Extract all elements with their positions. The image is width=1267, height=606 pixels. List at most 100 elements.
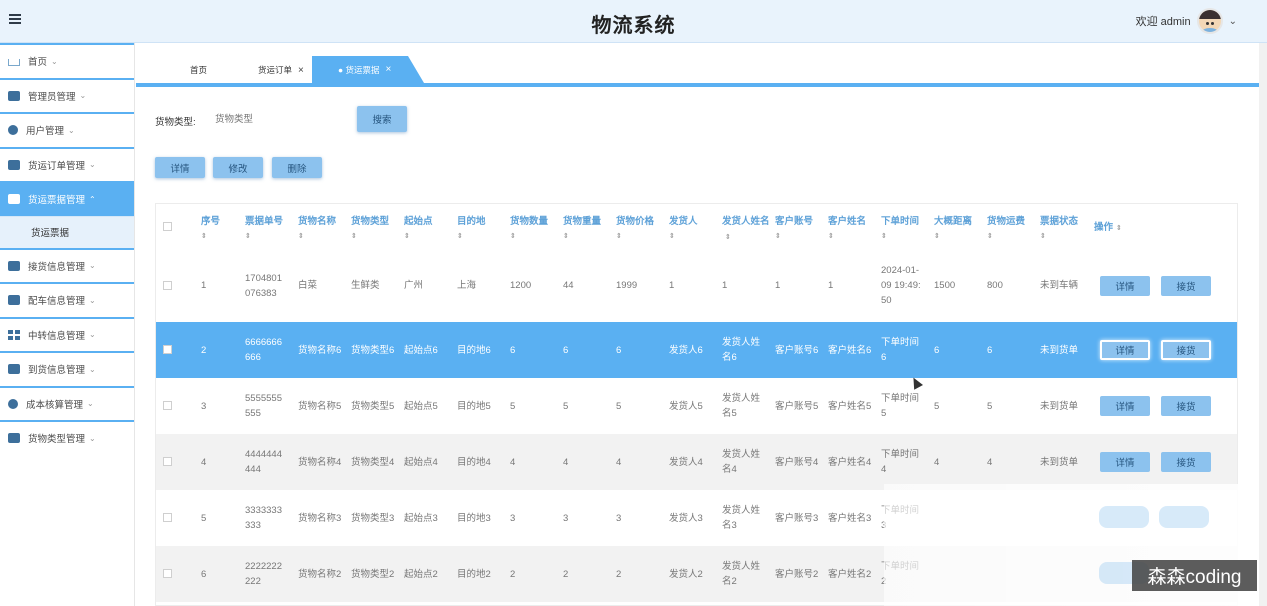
th-weight[interactable]: 货物重量 ⇕ (563, 214, 601, 241)
th-price[interactable]: 货物价格 ⇕ (616, 214, 654, 241)
sidebar-item-admin[interactable]: 管理员管理 ⌄ (0, 77, 134, 113)
th-from[interactable]: 起始点 ⇕ (404, 214, 433, 241)
cell-cust-acct: 客户账号2 (775, 568, 819, 580)
edit-button[interactable]: 修改 (213, 157, 263, 178)
tab-receipt[interactable]: ● 货运票据 × (312, 56, 424, 83)
th-type[interactable]: 货物类型 ⇕ (351, 214, 389, 241)
tab-home[interactable]: 首页 (190, 57, 207, 83)
search-button[interactable]: 搜索 (357, 106, 407, 132)
close-icon[interactable]: × (386, 64, 392, 75)
header-label: 下单时间 (881, 216, 920, 227)
th-dist[interactable]: 大概距离 ⇕ (934, 214, 972, 241)
sidebar-item-arrival[interactable]: 到货信息管理 ⌄ (0, 351, 134, 386)
row-detail-button[interactable]: 详情 (1100, 452, 1150, 472)
cell-to: 目的地3 (457, 512, 491, 524)
home-icon (8, 59, 20, 67)
sidebar-item-vehicle[interactable]: 配车信息管理 ⌄ (0, 282, 134, 317)
cell-price: 5 (616, 400, 622, 412)
th-shipper[interactable]: 发货人 ⇕ (669, 214, 698, 241)
sort-icon[interactable]: ⇕ (563, 232, 601, 241)
page-scrollbar[interactable] (1259, 43, 1267, 606)
delete-button[interactable]: 删除 (272, 157, 322, 178)
sidebar-item-transfer[interactable]: 中转信息管理 ⌄ (0, 316, 134, 352)
sort-icon[interactable]: ⇕ (775, 232, 813, 241)
th-shipper-name[interactable]: 发货人姓名 ⇕ (722, 214, 770, 245)
sort-icon[interactable]: ⇕ (245, 232, 283, 241)
cell-qty: 5 (510, 400, 516, 412)
sort-icon[interactable]: ⇕ (1040, 232, 1078, 241)
cell-cust-name: 1 (828, 280, 834, 291)
row-checkbox[interactable] (163, 457, 172, 466)
chevron-down-icon[interactable]: ⌄ (1229, 16, 1237, 27)
th-no[interactable]: 序号 ⇕ (201, 214, 220, 241)
sort-icon[interactable]: ⇕ (881, 232, 919, 241)
cell-name: 货物名称4 (298, 456, 342, 468)
row-receive-button[interactable]: 接货 (1161, 275, 1211, 296)
th-status[interactable]: 票据状态 ⇕ (1040, 214, 1078, 241)
row-receive-button[interactable]: 接货 (1161, 452, 1211, 472)
user-menu[interactable]: 欢迎 admin ⌄ (1136, 6, 1237, 36)
sidebar-item-receipt[interactable]: 货运票据管理 ⌃ (0, 181, 134, 216)
cell-dist: 4 (934, 456, 940, 468)
avatar[interactable] (1196, 8, 1223, 34)
chevron-down-icon: ⌄ (89, 261, 96, 271)
row-receive-button[interactable]: 接货 (1161, 396, 1211, 416)
cell-shipper-name: 1 (722, 280, 728, 291)
row-checkbox[interactable] (163, 569, 172, 578)
table-row[interactable]: 4 4444444444 货物名称4 货物类型4 起始点4 目的地4 4 4 4 发货人4 发货人姓… (156, 434, 1237, 490)
sort-icon[interactable]: ⇕ (457, 232, 486, 241)
sidebar-item-cargo-type[interactable]: 货物类型管理 ⌄ (0, 420, 134, 455)
row-detail-button[interactable]: 详情 (1100, 340, 1150, 360)
row-detail-button[interactable]: 详情 (1100, 396, 1150, 416)
sidebar-item-user[interactable]: 用户管理 ⌄ (0, 112, 134, 147)
sidebar-item-order[interactable]: 货运订单管理 ⌄ (0, 146, 134, 182)
cell-to: 目的地5 (457, 400, 491, 412)
sort-icon[interactable]: ⇕ (987, 232, 1025, 241)
table-row[interactable]: 2 6666666666 货物名称6 货物类型6 起始点6 目的地6 6 6 6 发货人6 发货人姓… (156, 322, 1237, 378)
sort-icon[interactable]: ⇕ (351, 232, 389, 241)
th-fee[interactable]: 货物运费 ⇕ (987, 214, 1025, 241)
cell-qty: 3 (510, 512, 516, 524)
th-cust-name[interactable]: 客户姓名 ⇕ (828, 214, 866, 241)
row-checkbox[interactable] (163, 280, 172, 290)
row-detail-button[interactable]: 详情 (1100, 275, 1150, 296)
select-all-checkbox[interactable] (163, 222, 172, 231)
sort-icon[interactable]: ⇕ (616, 232, 654, 241)
sort-icon[interactable]: ⇕ (669, 232, 698, 241)
th-qty[interactable]: 货物数量 ⇕ (510, 214, 548, 241)
th-cust-acct[interactable]: 客户账号 ⇕ (775, 214, 813, 241)
arrival-icon (8, 364, 20, 375)
th-name[interactable]: 货物名称 ⇕ (298, 214, 336, 241)
row-checkbox[interactable] (163, 513, 172, 522)
table-row[interactable]: 3 5555555555 货物名称5 货物类型5 起始点5 目的地5 5 5 5 发货人5 发货人姓… (156, 378, 1237, 434)
sort-icon[interactable]: ⇕ (934, 232, 972, 241)
detail-button[interactable]: 详情 (155, 157, 205, 178)
sidebar-item-cost[interactable]: 成本核算管理 ⌄ (0, 385, 134, 421)
sidebar-item-pickup[interactable]: 接货信息管理 ⌄ (0, 247, 134, 283)
th-time[interactable]: 下单时间 ⇕ (881, 214, 919, 241)
cell-dist: 5 (934, 400, 940, 412)
sort-icon[interactable]: ⇕ (1116, 225, 1122, 232)
sort-icon[interactable]: ⇕ (725, 234, 731, 241)
cell-time: 下单时间6 (881, 337, 920, 363)
close-icon[interactable]: × (298, 65, 304, 76)
sidebar-item-label: 成本核算管理 (26, 399, 84, 411)
sidebar-item-home[interactable]: 首页 ⌄ (0, 43, 134, 78)
sort-icon[interactable]: ⇕ (510, 232, 548, 241)
cargo-type-search-input[interactable] (206, 107, 346, 131)
row-checkbox[interactable] (163, 401, 172, 410)
submenu-item-receipt[interactable]: 货运票据 (0, 215, 134, 248)
row-receive-button[interactable]: 接货 (1161, 340, 1211, 360)
th-to[interactable]: 目的地 ⇕ (457, 214, 486, 241)
sort-icon[interactable]: ⇕ (404, 232, 433, 241)
th-actions[interactable]: 操作 ⇕ (1094, 220, 1122, 236)
tab-order[interactable]: 货运订单 × (258, 57, 304, 83)
cell-type: 生鲜类 (351, 280, 380, 291)
sort-icon[interactable]: ⇕ (201, 232, 220, 241)
sort-icon[interactable]: ⇕ (828, 232, 866, 241)
sort-icon[interactable]: ⇕ (298, 232, 336, 241)
row-checkbox[interactable] (163, 345, 172, 354)
cell-status: 未到货单 (1040, 344, 1079, 356)
th-bill[interactable]: 票据单号 ⇕ (245, 214, 283, 241)
table-row[interactable]: 1 1704801076383 白菜 生鲜类 广州 上海 1200 44 1999 1 1 1 1 202… (156, 249, 1237, 322)
